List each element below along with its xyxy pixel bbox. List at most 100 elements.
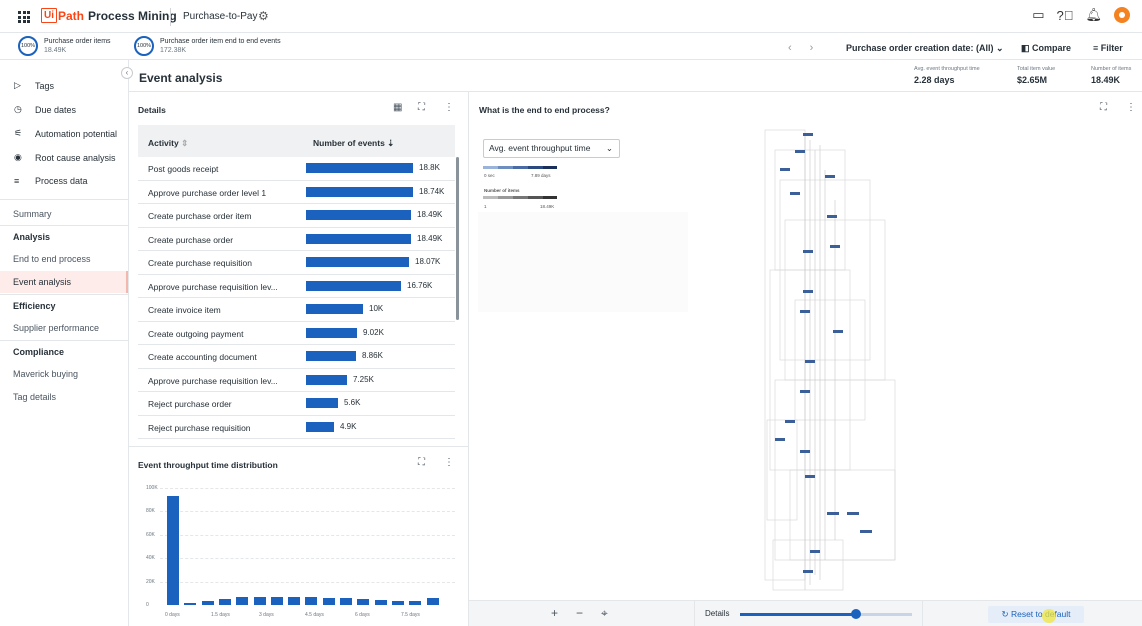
divider: [922, 600, 923, 626]
histogram-bar[interactable]: [305, 597, 318, 605]
grid-line: [160, 511, 455, 513]
sidebar-item-summary[interactable]: Summary: [0, 203, 128, 225]
sidebar-section-efficiency: Efficiency: [13, 301, 56, 311]
more-icon[interactable]: ⋮: [444, 457, 454, 468]
sidebar-item-automation[interactable]: ⚟ Automation potential: [14, 128, 117, 139]
activity-name: Create purchase order: [148, 234, 234, 245]
histogram-bar[interactable]: [236, 597, 249, 605]
histogram-bar[interactable]: [201, 601, 214, 605]
gear-icon[interactable]: ⚙: [258, 9, 269, 23]
table-icon[interactable]: ▦: [393, 102, 402, 113]
table-header: Activity ⇕ Number of events ⇣: [138, 125, 455, 157]
legend-time-max: 7.89 days: [531, 173, 551, 178]
table-row[interactable]: Create outgoing payment 9.02K: [138, 322, 455, 345]
events-bar: [306, 374, 347, 385]
more-icon[interactable]: ⋮: [444, 102, 454, 113]
table-row[interactable]: Create invoice item 10K: [138, 298, 455, 322]
uipath-logo[interactable]: Ui Path Process Mining: [41, 8, 177, 23]
compare-button[interactable]: ◧ Compare: [1021, 43, 1071, 54]
zoom-in-button[interactable]: +: [551, 606, 558, 620]
y-tick-label: 80K: [146, 508, 155, 515]
help-icon[interactable]: ?⃝: [1057, 8, 1074, 23]
period-nav-arrows[interactable]: ‹›: [788, 42, 831, 54]
table-scrollbar[interactable]: [456, 157, 459, 320]
center-icon[interactable]: ⌖: [601, 606, 608, 621]
grid-line: [160, 558, 455, 560]
app-title[interactable]: Purchase-to-Pay: [183, 11, 257, 22]
histogram-bar[interactable]: [218, 599, 231, 605]
expand-icon[interactable]: ⛶: [418, 457, 425, 468]
histogram-bar[interactable]: [374, 600, 387, 605]
process-graph[interactable]: [755, 120, 915, 598]
histogram-bar[interactable]: [270, 596, 283, 605]
process-node: [827, 512, 839, 515]
process-node: [780, 168, 790, 171]
events-value: 10K: [369, 304, 384, 313]
sidebar-item-maverick-buying[interactable]: Maverick buying: [0, 363, 128, 385]
table-row[interactable]: Approve purchase order level 1 18.74K: [138, 181, 455, 204]
table-row[interactable]: Create accounting document 8.86K: [138, 345, 455, 369]
col-number-of-events[interactable]: Number of events ⇣: [313, 138, 394, 149]
sidebar-item-tags[interactable]: ▷ Tags: [14, 80, 54, 91]
process-node: [800, 390, 810, 393]
sidebar-item-root-cause[interactable]: ◉ Root cause analysis: [14, 152, 116, 163]
activity-name: Approve purchase requisition lev...: [148, 281, 278, 292]
collapse-sidebar-icon[interactable]: ‹: [121, 67, 133, 79]
table-row[interactable]: Create purchase order item 18.49K: [138, 204, 455, 228]
grid-line: [160, 488, 455, 489]
histogram-bar[interactable]: [340, 598, 352, 605]
histogram-bar[interactable]: [322, 597, 335, 605]
sidebar-item-supplier-performance[interactable]: Supplier performance: [0, 317, 128, 339]
chat-icon[interactable]: ▭: [1032, 7, 1044, 23]
process-node: [803, 290, 813, 293]
filter-button[interactable]: ≡ Filter: [1093, 43, 1123, 53]
bell-icon[interactable]: 🔔︎: [1085, 7, 1102, 23]
top-bar: Ui Path Process Mining Purchase-to-Pay ⚙ ▭…: [0, 0, 1142, 33]
legend-swatch: [528, 196, 543, 199]
date-filter-dropdown[interactable]: Purchase order creation date: (All) ⌄: [846, 43, 1004, 54]
table-row[interactable]: Post goods receipt 18.8K: [138, 157, 455, 181]
events-value: 9.02K: [363, 327, 384, 337]
table-row[interactable]: Reject purchase requisition 4.9K: [138, 416, 455, 439]
events-bar: [306, 210, 411, 220]
expand-icon[interactable]: ⛶: [1100, 102, 1107, 113]
histogram-bar[interactable]: [288, 596, 301, 605]
sidebar-item-tag-details[interactable]: Tag details: [0, 386, 128, 408]
metric-dropdown[interactable]: Avg. event throughput time ⌄: [483, 139, 620, 158]
reset-to-default-button[interactable]: ↻ Reset to default: [988, 606, 1084, 623]
histogram-bar[interactable]: [426, 597, 439, 605]
events-value: 18.49K: [417, 233, 443, 243]
histogram-bar[interactable]: [391, 600, 404, 605]
table-row[interactable]: Approve purchase requisition lev... 7.25K: [138, 369, 455, 392]
histogram-bar[interactable]: [409, 600, 422, 605]
histogram-bar[interactable]: [357, 599, 370, 605]
events-bar: [306, 233, 411, 244]
histogram-bar[interactable]: [184, 603, 197, 605]
expand-icon[interactable]: ⛶: [418, 102, 425, 113]
activity-name: Approve purchase requisition lev...: [148, 375, 278, 386]
sidebar-item-due-dates[interactable]: ◷ Due dates: [14, 104, 76, 115]
histogram-bar[interactable]: [253, 596, 266, 605]
sidebar-item-event-analysis[interactable]: Event analysis: [0, 271, 128, 293]
process-edge: [772, 539, 844, 591]
table-row[interactable]: Reject purchase order 5.6K: [138, 392, 455, 416]
table-row[interactable]: Create purchase requisition 18.07K: [138, 251, 455, 275]
sidebar-item-process-data[interactable]: ≡ Process data: [14, 176, 88, 186]
root-cause-icon: ◉: [14, 152, 22, 162]
details-slider-handle[interactable]: [851, 609, 861, 619]
more-icon[interactable]: ⋮: [1126, 102, 1136, 113]
table-row[interactable]: Create purchase order 18.49K: [138, 228, 455, 251]
apps-grid-icon[interactable]: [18, 11, 30, 23]
avatar[interactable]: [1114, 7, 1130, 23]
divider: [694, 600, 695, 626]
histogram-bar[interactable]: [167, 496, 179, 605]
clock-icon: ◷: [14, 104, 22, 114]
table-row[interactable]: Approve purchase requisition lev... 16.76…: [138, 275, 455, 298]
col-activity[interactable]: Activity ⇕: [148, 138, 188, 149]
kpi-value: 172.38K: [160, 47, 187, 54]
zoom-out-button[interactable]: −: [576, 606, 583, 620]
x-tick-label: 6 days: [355, 612, 370, 618]
events-value: 5.6K: [344, 398, 361, 407]
legend-swatch: [498, 196, 513, 199]
sidebar-item-end-to-end[interactable]: End to end process: [0, 248, 128, 270]
